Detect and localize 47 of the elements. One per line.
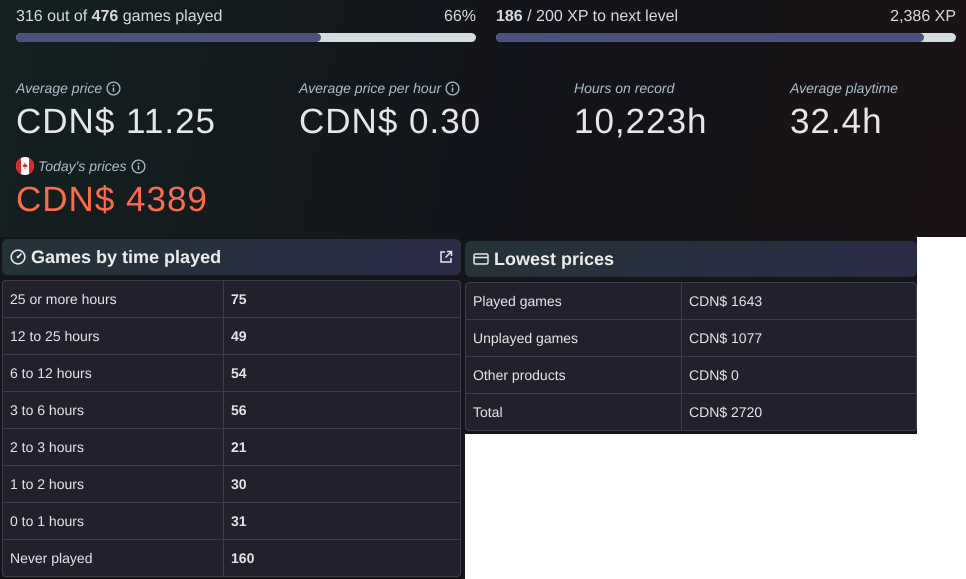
stat-value: 10,223h [574,102,709,142]
table-cell: 56 [223,392,460,428]
table-cell: 160 [223,540,460,576]
info-icon[interactable] [445,80,460,96]
table-cell-text: 3 to 6 hours [9,401,85,420]
table-cell-text: Unplayed games [472,329,580,348]
table-cell: 31 [223,503,460,539]
table-cell-text: 1 to 2 hours [9,475,85,494]
stat-label: Today's prices [38,158,127,174]
table-cell: CDN$ 1643 [681,283,916,319]
table-cell-text: Played games [472,292,563,311]
info-icon[interactable] [106,80,122,96]
flag-icon [16,157,34,175]
table-cell: 21 [223,429,460,465]
table-cell: 49 [223,318,460,354]
gauge-icon [10,249,26,265]
table-cell: 54 [223,355,460,391]
stat-value: 32.4h [790,102,884,142]
panel-title: Games by time played [31,246,222,268]
table-cell: CDN$ 2720 [681,394,916,430]
table-cell: CDN$ 1077 [681,320,916,356]
card-icon [473,252,489,266]
table-cell-text: 0 to 1 hours [9,512,85,531]
table-cell-text: 12 to 25 hours [9,327,101,346]
table-cell: CDN$ 0 [681,357,916,393]
table-cell: 30 [223,466,460,502]
table-cell-text: 2 to 3 hours [9,438,85,457]
progress-reading: 2,386 XP [890,8,956,26]
table-cell: 75 [223,281,460,317]
table-cell-text: Other products [472,366,567,385]
stat-value: CDN$ 0.30 [299,102,482,142]
stat-label: Hours on record [574,80,674,96]
stat-value: CDN$ 4389 [16,180,209,220]
stat-label: Average playtime [790,80,898,96]
stat-label: Average price per hour [299,80,442,96]
stat-label: Average price [16,80,102,96]
table-cell-text: 6 to 12 hours [9,364,93,383]
progress-reading: 66% [444,8,476,26]
progress-label: 186 / 200 XP to next level [496,8,678,26]
progress-label: 316 out of 476 games played [16,8,222,26]
panel-title: Lowest prices [494,248,616,270]
info-icon[interactable] [130,158,146,174]
table-cell-text: 25 or more hours [9,290,118,309]
external-link-icon[interactable] [439,250,453,264]
table-cell-text: Total [472,403,504,422]
stat-value: CDN$ 11.25 [16,102,218,142]
table-cell-text: Never played [9,549,94,568]
